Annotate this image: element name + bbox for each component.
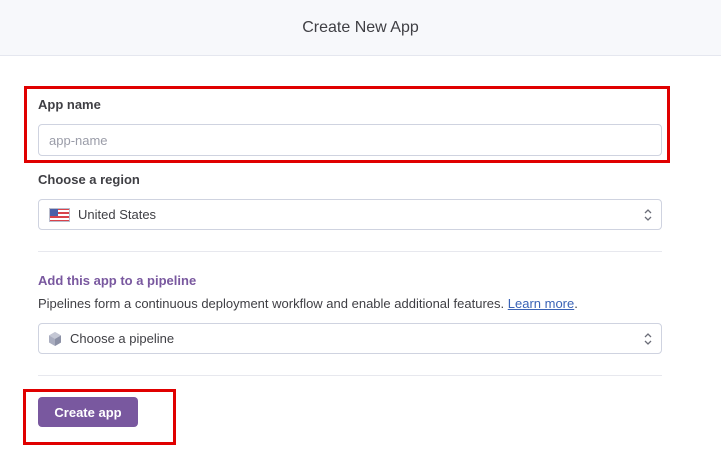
learn-more-link[interactable]: Learn more xyxy=(508,296,574,311)
page-header: Create New App xyxy=(0,0,721,56)
pipeline-select-placeholder: Choose a pipeline xyxy=(70,331,175,346)
section-divider xyxy=(38,251,662,252)
pipeline-title: Add this app to a pipeline xyxy=(38,273,197,288)
page-title: Create New App xyxy=(302,18,419,36)
app-name-input[interactable] xyxy=(38,124,662,156)
region-select[interactable]: United States xyxy=(38,199,662,230)
pipeline-description-text: Pipelines form a continuous deployment w… xyxy=(38,296,505,311)
pipeline-description: Pipelines form a continuous deployment w… xyxy=(38,296,578,311)
chevron-updown-icon xyxy=(644,208,652,221)
section-divider xyxy=(38,375,662,376)
create-app-button[interactable]: Create app xyxy=(38,397,138,427)
region-label: Choose a region xyxy=(38,172,140,187)
pipeline-select[interactable]: Choose a pipeline xyxy=(38,323,662,354)
pipeline-description-trailing: . xyxy=(574,296,578,311)
us-flag-icon xyxy=(49,207,70,222)
region-selected-value: United States xyxy=(78,207,157,222)
hexagon-icon xyxy=(49,331,61,346)
chevron-updown-icon xyxy=(644,332,652,345)
app-name-label: App name xyxy=(38,97,101,112)
